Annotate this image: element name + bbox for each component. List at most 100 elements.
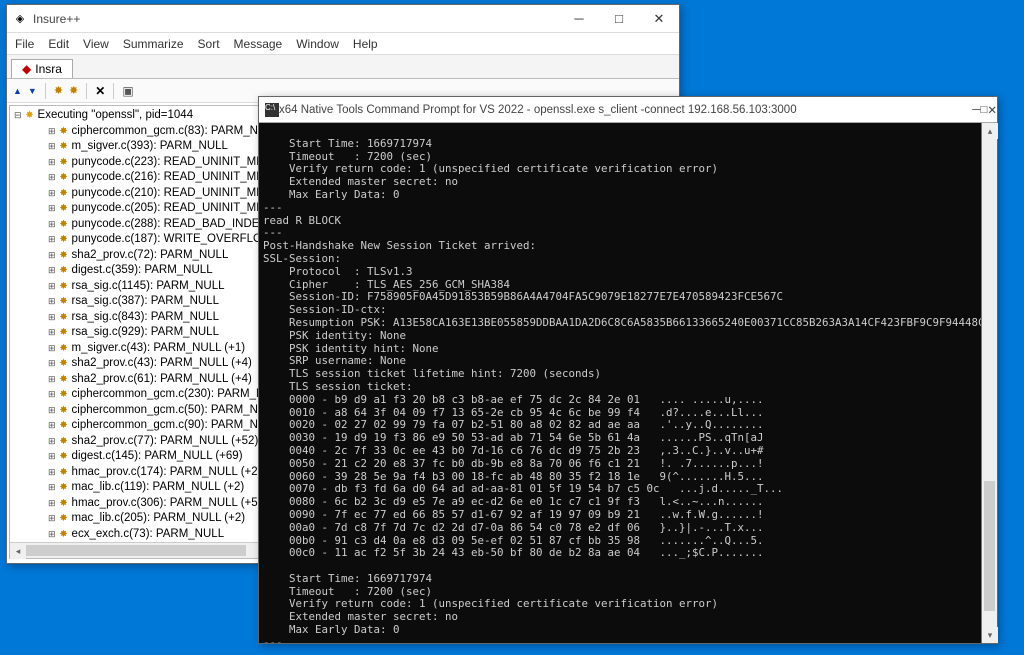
expand-box-icon[interactable]: ⊞: [48, 387, 56, 403]
expand-box-icon[interactable]: ⊞: [48, 341, 56, 357]
cmd-title: x64 Native Tools Command Prompt for VS 2…: [279, 104, 972, 116]
expand-box-icon[interactable]: ⊞: [48, 139, 56, 155]
expand-box-icon[interactable]: ⊞: [48, 232, 56, 248]
expand-box-icon[interactable]: ⊞: [48, 372, 56, 388]
menu-file[interactable]: File: [15, 37, 34, 51]
bug-icon: ✸: [58, 139, 70, 155]
scroll-left-icon[interactable]: ◂: [10, 543, 26, 559]
bug-icon-2[interactable]: ✸: [69, 84, 78, 97]
scroll-up-icon[interactable]: ▴: [982, 123, 998, 139]
bug-icon: ✸: [58, 387, 70, 403]
menu-view[interactable]: View: [83, 37, 109, 51]
expand-box-icon[interactable]: ⊞: [48, 403, 56, 419]
tree-item-label: rsa_sig.c(843): PARM_NULL: [72, 310, 219, 326]
menu-summarize[interactable]: Summarize: [123, 37, 184, 51]
bug-icon: ✸: [58, 480, 70, 496]
bug-icon: ✸: [58, 232, 70, 248]
insure-app-icon: ◈: [13, 12, 27, 26]
bug-icon: ✸: [58, 496, 70, 512]
menu-help[interactable]: Help: [353, 37, 378, 51]
expand-box-icon[interactable]: ⊞: [48, 201, 56, 217]
expand-box-icon[interactable]: ⊞: [48, 279, 56, 295]
tree-item-label: rsa_sig.c(929): PARM_NULL: [72, 325, 219, 341]
insure-title: Insure++: [33, 12, 559, 26]
tree-item-label: mac_lib.c(119): PARM_NULL (+2): [72, 480, 245, 496]
expand-box-icon[interactable]: ⊞: [48, 465, 56, 481]
tree-item-label: mac_lib.c(205): PARM_NULL (+2): [72, 511, 246, 527]
separator: [45, 83, 46, 99]
expand-box-icon[interactable]: ⊞: [48, 449, 56, 465]
bug-icon: ✸: [58, 294, 70, 310]
tree-item-label: sha2_prov.c(77): PARM_NULL (+52): [72, 434, 259, 450]
bug-icon: ✸: [58, 310, 70, 326]
expand-box-icon[interactable]: ⊞: [48, 480, 56, 496]
bug-icon: ✸: [58, 325, 70, 341]
expand-box-icon[interactable]: ⊞: [48, 263, 56, 279]
tree-item-label: punycode.c(205): READ_UNINIT_MEM: [72, 201, 274, 217]
close-button[interactable]: ✕: [639, 5, 679, 33]
tree-item-label: m_sigver.c(393): PARM_NULL: [72, 139, 228, 155]
menu-edit[interactable]: Edit: [48, 37, 69, 51]
tree-item-label: punycode.c(210): READ_UNINIT_MEM: [72, 186, 274, 202]
tree-item-label: digest.c(359): PARM_NULL: [72, 263, 213, 279]
scroll-down-icon[interactable]: ▾: [982, 627, 998, 643]
cmd-window: C:\ x64 Native Tools Command Prompt for …: [258, 96, 998, 644]
tab-insra[interactable]: ◆ Insra: [11, 59, 73, 78]
expand-box-icon[interactable]: ⊞: [48, 124, 56, 140]
tool-icon[interactable]: ▣: [122, 84, 133, 98]
expand-down-icon[interactable]: ▼: [28, 86, 37, 96]
bug-icon: ✸: [58, 124, 70, 140]
bug-icon: ✸: [58, 170, 70, 186]
separator: [113, 83, 114, 99]
clear-icon[interactable]: ✕: [95, 84, 105, 98]
expand-box-icon[interactable]: ⊞: [48, 310, 56, 326]
menu-window[interactable]: Window: [296, 37, 339, 51]
minimize-button[interactable]: ─: [559, 5, 599, 33]
bug-icon: ✸: [58, 186, 70, 202]
tree-item-label: sha2_prov.c(61): PARM_NULL (+4): [72, 372, 252, 388]
tree-item-label: rsa_sig.c(387): PARM_NULL: [72, 294, 219, 310]
collapse-box-icon[interactable]: ⊟: [14, 108, 22, 124]
expand-box-icon[interactable]: ⊞: [48, 217, 56, 233]
tab-icon: ◆: [22, 62, 31, 76]
expand-box-icon[interactable]: ⊞: [48, 418, 56, 434]
tree-item-label: hmac_prov.c(306): PARM_NULL (+5): [72, 496, 262, 512]
cmd-close-button[interactable]: ✕: [987, 103, 997, 117]
scroll-thumb-v[interactable]: [984, 481, 995, 611]
expand-box-icon[interactable]: ⊞: [48, 496, 56, 512]
bug-icon[interactable]: ✸: [54, 84, 63, 97]
cmd-output[interactable]: Start Time: 1669717974 Timeout : 7200 (s…: [259, 123, 981, 643]
tree-item-label: rsa_sig.c(1145): PARM_NULL: [72, 279, 225, 295]
expand-box-icon[interactable]: ⊞: [48, 248, 56, 264]
cmd-titlebar[interactable]: C:\ x64 Native Tools Command Prompt for …: [259, 97, 997, 123]
menu-message[interactable]: Message: [234, 37, 283, 51]
bug-icon: ✸: [58, 449, 70, 465]
bug-icon: ✸: [58, 279, 70, 295]
collapse-up-icon[interactable]: ▲: [13, 86, 22, 96]
bug-icon: ✸: [58, 356, 70, 372]
expand-box-icon[interactable]: ⊞: [48, 155, 56, 171]
maximize-button[interactable]: □: [599, 5, 639, 33]
tree-item-label: punycode.c(216): READ_UNINIT_MEM: [72, 170, 274, 186]
menu-sort[interactable]: Sort: [198, 37, 220, 51]
tree-item-label: digest.c(145): PARM_NULL (+69): [72, 449, 243, 465]
cmd-maximize-button[interactable]: □: [980, 104, 987, 116]
expand-box-icon[interactable]: ⊞: [48, 434, 56, 450]
tree-item-label: punycode.c(288): READ_BAD_INDEX: [72, 217, 268, 233]
expand-box-icon[interactable]: ⊞: [48, 294, 56, 310]
tree-root-label: Executing "openssl", pid=1044: [38, 108, 194, 124]
separator: [86, 83, 87, 99]
expand-box-icon[interactable]: ⊞: [48, 186, 56, 202]
expand-box-icon[interactable]: ⊞: [48, 511, 56, 527]
bug-icon: ✸: [58, 511, 70, 527]
bug-icon: ✸: [58, 201, 70, 217]
insure-titlebar[interactable]: ◈ Insure++ ─ □ ✕: [7, 5, 679, 33]
gear-icon: ✸: [24, 108, 36, 124]
expand-box-icon[interactable]: ⊞: [48, 356, 56, 372]
expand-box-icon[interactable]: ⊞: [48, 325, 56, 341]
scroll-thumb-h[interactable]: [26, 545, 246, 556]
expand-box-icon[interactable]: ⊞: [48, 527, 56, 543]
expand-box-icon[interactable]: ⊞: [48, 170, 56, 186]
cmd-minimize-button[interactable]: ─: [972, 104, 980, 116]
cmd-vertical-scrollbar[interactable]: ▴ ▾: [981, 123, 997, 643]
